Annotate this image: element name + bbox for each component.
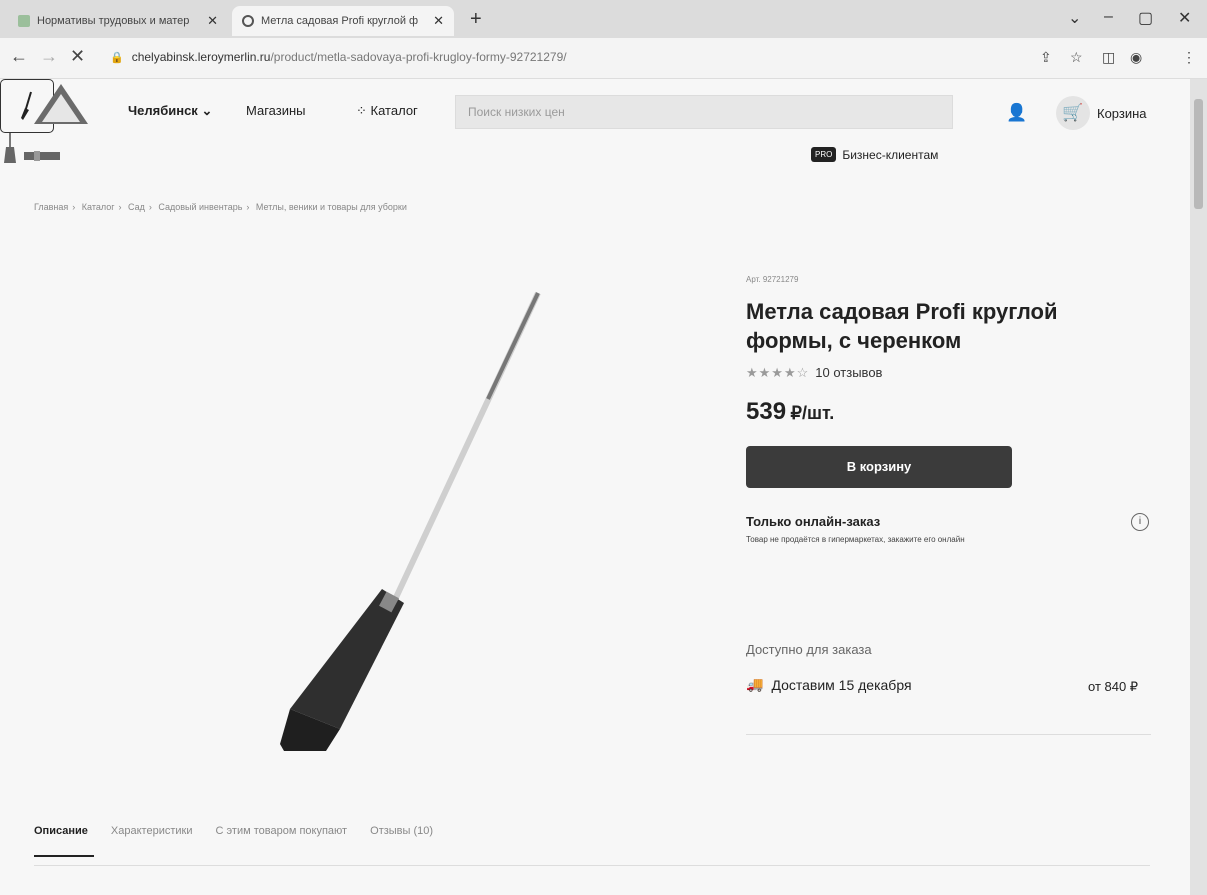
city-selector[interactable]: Челябинск ⌄	[128, 103, 212, 119]
availability-label: Доступно для заказа	[746, 642, 872, 657]
back-icon[interactable]: ←	[10, 46, 28, 67]
price-unit: ₽/шт.	[790, 403, 835, 423]
bookmark-star-icon[interactable]: ☆	[1070, 49, 1083, 66]
tab-bought-together[interactable]: С этим товаром покупают	[216, 825, 348, 837]
browser-tab-2[interactable]: Метла садовая Profi круглой ф ✕	[232, 6, 454, 36]
delivery-date: Доставим 15 декабря	[771, 676, 912, 693]
breadcrumb-item[interactable]: Каталог	[82, 202, 115, 212]
side-panel-icon[interactable]: ◫	[1102, 49, 1115, 66]
sheets-icon	[18, 15, 30, 27]
close-window-icon[interactable]: ✕	[1178, 8, 1191, 28]
delivery-price: от 840 ₽	[1088, 679, 1139, 694]
profile-icon[interactable]: ◉	[1130, 49, 1142, 66]
lock-icon: 🔒	[110, 51, 124, 64]
tab-characteristics[interactable]: Характеристики	[111, 825, 193, 837]
scrollbar[interactable]	[1190, 79, 1207, 895]
article-number: Арт. 92721279	[746, 275, 799, 284]
price-value: 539	[746, 398, 787, 425]
leroy-merlin-logo[interactable]	[32, 82, 90, 126]
business-link[interactable]: PRO Бизнес-клиентам	[811, 147, 938, 162]
product-rating[interactable]: ★★★★☆ 10 отзывов	[746, 365, 882, 381]
tab-description[interactable]: Описание	[34, 825, 88, 837]
breadcrumb-item[interactable]: Сад	[128, 202, 145, 212]
delivery-option: 🚚 Доставим 15 декабря	[746, 676, 912, 693]
rating-stars: ★★★★☆	[746, 365, 810, 380]
breadcrumb-item[interactable]: Метлы, веники и товары для уборки	[256, 202, 407, 212]
product-tabs: Описание Характеристики С этим товаром п…	[34, 825, 453, 837]
add-to-cart-button[interactable]: В корзину	[746, 446, 1012, 488]
chevron-down-icon: ⌄	[201, 103, 213, 118]
divider	[746, 734, 1151, 735]
tab-title: Нормативы трудовых и матер	[37, 15, 190, 27]
product-image	[280, 291, 541, 751]
product-title: Метла садовая Profi круглой формы, с чер…	[746, 299, 1058, 353]
online-only-title: Только онлайн-заказ	[746, 514, 881, 529]
search-input[interactable]: Поиск низких цен	[455, 95, 953, 129]
browser-tabbar: Нормативы трудовых и матер ✕ Метла садов…	[0, 0, 1207, 38]
browser-tab-1[interactable]: Нормативы трудовых и матер ✕	[8, 6, 228, 36]
info-icon[interactable]: i	[1131, 513, 1149, 531]
minimize-icon[interactable]: –	[1104, 8, 1113, 26]
close-tab-icon[interactable]: ✕	[207, 13, 218, 29]
pro-badge: PRO	[811, 147, 837, 162]
breadcrumb-item[interactable]: Садовый инвентарь	[158, 202, 242, 212]
divider	[34, 865, 1150, 866]
breadcrumb: Главная › Каталог › Сад › Садовый инвентарь…	[34, 202, 407, 212]
tab-reviews[interactable]: Отзывы (10)	[370, 825, 433, 837]
url-host: chelyabinsk.leroymerlin.ru	[131, 50, 271, 64]
gallery-thumb-3[interactable]	[24, 149, 61, 163]
online-only-note: Товар не продаётся в гипермаркетах, зака…	[746, 535, 965, 544]
menu-icon[interactable]: ⋮	[1182, 49, 1196, 66]
active-tab-indicator	[34, 855, 94, 857]
city-label: Челябинск	[128, 103, 198, 118]
url-path: /product/metla-sadovaya-profi-krugloy-fo…	[270, 50, 567, 64]
product-price: 539 ₽/шт.	[746, 398, 834, 426]
catalog-button[interactable]: ⁘ Каталог	[356, 103, 418, 119]
stores-link[interactable]: Магазины	[246, 103, 306, 118]
catalog-icon: ⁘	[356, 103, 367, 118]
truck-icon: 🚚	[746, 676, 764, 692]
cart-label[interactable]: Корзина	[1097, 106, 1147, 121]
new-tab-icon[interactable]: +	[470, 8, 482, 31]
page: Челябинск ⌄ Магазины ⁘ Каталог Поиск низ…	[0, 79, 1190, 895]
tab-search-icon[interactable]: ⌄	[1068, 8, 1081, 28]
stop-loading-icon[interactable]: ✕	[70, 46, 85, 67]
gallery-thumb-2[interactable]	[0, 133, 20, 163]
close-tab-icon[interactable]: ✕	[433, 13, 444, 29]
address-bar-row: ← → ✕ 🔒 chelyabinsk.leroymerlin.ru /prod…	[0, 38, 1207, 79]
tab-title: Метла садовая Profi круглой ф	[261, 15, 419, 27]
scrollbar-thumb[interactable]	[1194, 99, 1203, 209]
cart-icon[interactable]: 🛒	[1056, 96, 1090, 130]
catalog-label: Каталог	[370, 103, 418, 118]
loading-icon	[242, 15, 254, 27]
user-icon[interactable]: 👤	[1006, 103, 1027, 123]
url-field[interactable]: 🔒 chelyabinsk.leroymerlin.ru /product/me…	[110, 43, 1110, 71]
business-label: Бизнес-клиентам	[842, 147, 939, 162]
breadcrumb-item[interactable]: Главная	[34, 202, 68, 212]
maximize-icon[interactable]: ▢	[1138, 8, 1153, 28]
reviews-link[interactable]: 10 отзывов	[815, 365, 882, 380]
share-icon[interactable]: ⇪	[1040, 49, 1052, 66]
forward-icon[interactable]: →	[40, 46, 58, 67]
